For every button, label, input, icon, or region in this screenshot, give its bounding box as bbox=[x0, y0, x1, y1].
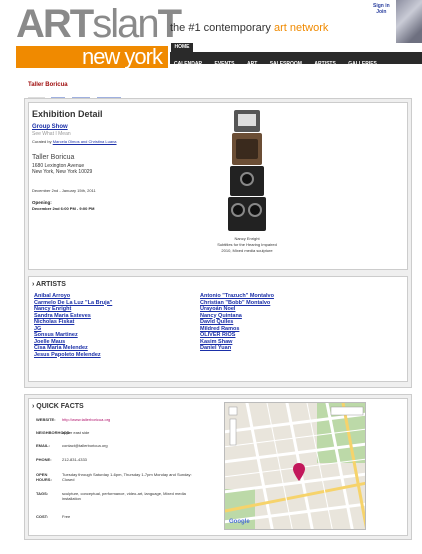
fact-neighborhood: NEIGHBORHOOD:upper east side bbox=[36, 430, 216, 435]
fact-email: EMAIL: contact@tallerboricua.org bbox=[36, 443, 216, 448]
fact-value: Free bbox=[62, 514, 71, 519]
header-artwork-thumbnail[interactable] bbox=[396, 0, 422, 43]
speaker-bottom-left-cone bbox=[231, 203, 245, 217]
exhibition-dates: December 2nd - January 15th, 2011 bbox=[32, 188, 96, 193]
nav-calendar[interactable]: CALENDAR bbox=[170, 58, 206, 70]
join-link[interactable]: Join bbox=[373, 9, 390, 15]
speaker-mid-cone bbox=[240, 172, 254, 186]
page: ARTslanT the #1 contemporary art network… bbox=[0, 0, 422, 554]
fact-value: 212-831-4333 bbox=[62, 457, 87, 462]
nav-artists[interactable]: ARTISTS bbox=[310, 58, 339, 70]
artist-link[interactable]: Daniel Yuan bbox=[200, 345, 360, 352]
artists-list-right: Antonio "Trazuch" Montalvo Christian "Bo… bbox=[200, 293, 360, 352]
artist-link[interactable]: Jesus Papoleto Melendez bbox=[34, 352, 194, 359]
artists-heading: › ARTISTS bbox=[32, 281, 66, 288]
account-links: Sign in Join bbox=[373, 3, 390, 15]
artslant-logo[interactable]: ARTslanT bbox=[16, 2, 182, 46]
fact-website: WEBSITE: http://www.tallerboricua.org bbox=[36, 417, 216, 422]
artwork-image[interactable] bbox=[218, 110, 276, 234]
caption-info: 2010, Mixed media sculpture bbox=[221, 248, 273, 253]
artists-list-left: Anibal Arroyo Carmelo De La Luz "La Bruj… bbox=[34, 293, 194, 358]
fact-label: EMAIL: bbox=[36, 443, 50, 448]
fact-phone: PHONE: 212-831-4333 bbox=[36, 457, 216, 462]
fact-value: sculpture, conceptual, performance, vide… bbox=[62, 491, 186, 501]
venue-title[interactable]: Taller Boricua bbox=[28, 82, 68, 88]
speaker-wood-grille bbox=[236, 139, 258, 159]
artists-heading-text: ARTISTS bbox=[36, 281, 66, 288]
city-selector[interactable]: new york bbox=[16, 46, 168, 68]
nav-art[interactable]: ART bbox=[243, 58, 261, 70]
quickfacts-heading-text: QUICK FACTS bbox=[36, 403, 84, 410]
fact-label: OPEN HOURS: bbox=[36, 472, 52, 482]
exhibition-heading: Exhibition Detail bbox=[32, 109, 103, 119]
opening-time: December 2nd 6:00 PM - 9:00 PM bbox=[32, 206, 95, 211]
fact-label: COST: bbox=[36, 514, 48, 519]
website-link[interactable]: http://www.tallerboricua.org bbox=[62, 417, 110, 422]
fact-label: PHONE: bbox=[36, 457, 52, 462]
logo-text-slan: slan bbox=[92, 2, 159, 46]
fact-cost: COST: Free bbox=[36, 514, 216, 519]
main-nav: CALENDAR EVENTS ART SALESROOM ARTISTS GA… bbox=[170, 52, 422, 67]
venue-map[interactable]: Google bbox=[224, 402, 366, 530]
speaker-top-panel bbox=[238, 114, 256, 126]
nav-home[interactable]: HOME bbox=[171, 43, 193, 52]
fact-value: upper east side bbox=[62, 430, 90, 435]
venue-tabs: Event Map Artists Comment bbox=[28, 89, 123, 104]
address-line-2: New York, New York 10029 bbox=[32, 169, 93, 175]
fact-tags: TAGS: sculpture, conceptual, performance,… bbox=[36, 491, 216, 501]
fact-open-hours: OPEN HOURS: Tuesday through Saturday 1-6p… bbox=[36, 472, 216, 482]
tagline-text: the #1 contemporary bbox=[170, 22, 274, 34]
logo-text-art: ART bbox=[16, 2, 94, 46]
nav-galleries[interactable]: GALLERIES bbox=[344, 58, 381, 70]
curator-link[interactable]: Marcela Olmos and Christina Luana bbox=[53, 139, 117, 144]
artwork-caption: Nancy Enright Subtitles for the Hearing … bbox=[200, 236, 294, 254]
show-title: See What I Mean bbox=[32, 131, 71, 137]
email-link[interactable]: contact@tallerboricua.org bbox=[62, 443, 108, 448]
map-brand: Google bbox=[229, 519, 250, 525]
venue-name: Taller Boricua bbox=[32, 154, 75, 161]
curated-label: Curated by bbox=[32, 139, 52, 144]
map-graphic bbox=[225, 403, 365, 529]
curated-by: Curated by Marcela Olmos and Christina L… bbox=[32, 139, 132, 144]
site-header: ARTslanT the #1 contemporary art network… bbox=[0, 0, 422, 72]
fact-label: NEIGHBORHOOD: bbox=[36, 430, 71, 435]
fact-label: TAGS: bbox=[36, 491, 49, 496]
tagline-accent: art network bbox=[273, 22, 329, 34]
quickfacts-heading: › QUICK FACTS bbox=[32, 403, 84, 410]
speaker-bottom-right-cone bbox=[248, 203, 262, 217]
fact-value: Tuesday through Saturday 1-6pm, Thursday… bbox=[62, 472, 192, 482]
nav-salesroom[interactable]: SALESROOM bbox=[266, 58, 306, 70]
tagline: the #1 contemporary art network bbox=[170, 22, 328, 34]
fact-label: WEBSITE: bbox=[36, 417, 56, 422]
nav-events[interactable]: EVENTS bbox=[211, 58, 239, 70]
show-type-link[interactable]: Group Show bbox=[32, 124, 68, 130]
opening-label: Opening: bbox=[32, 200, 52, 205]
